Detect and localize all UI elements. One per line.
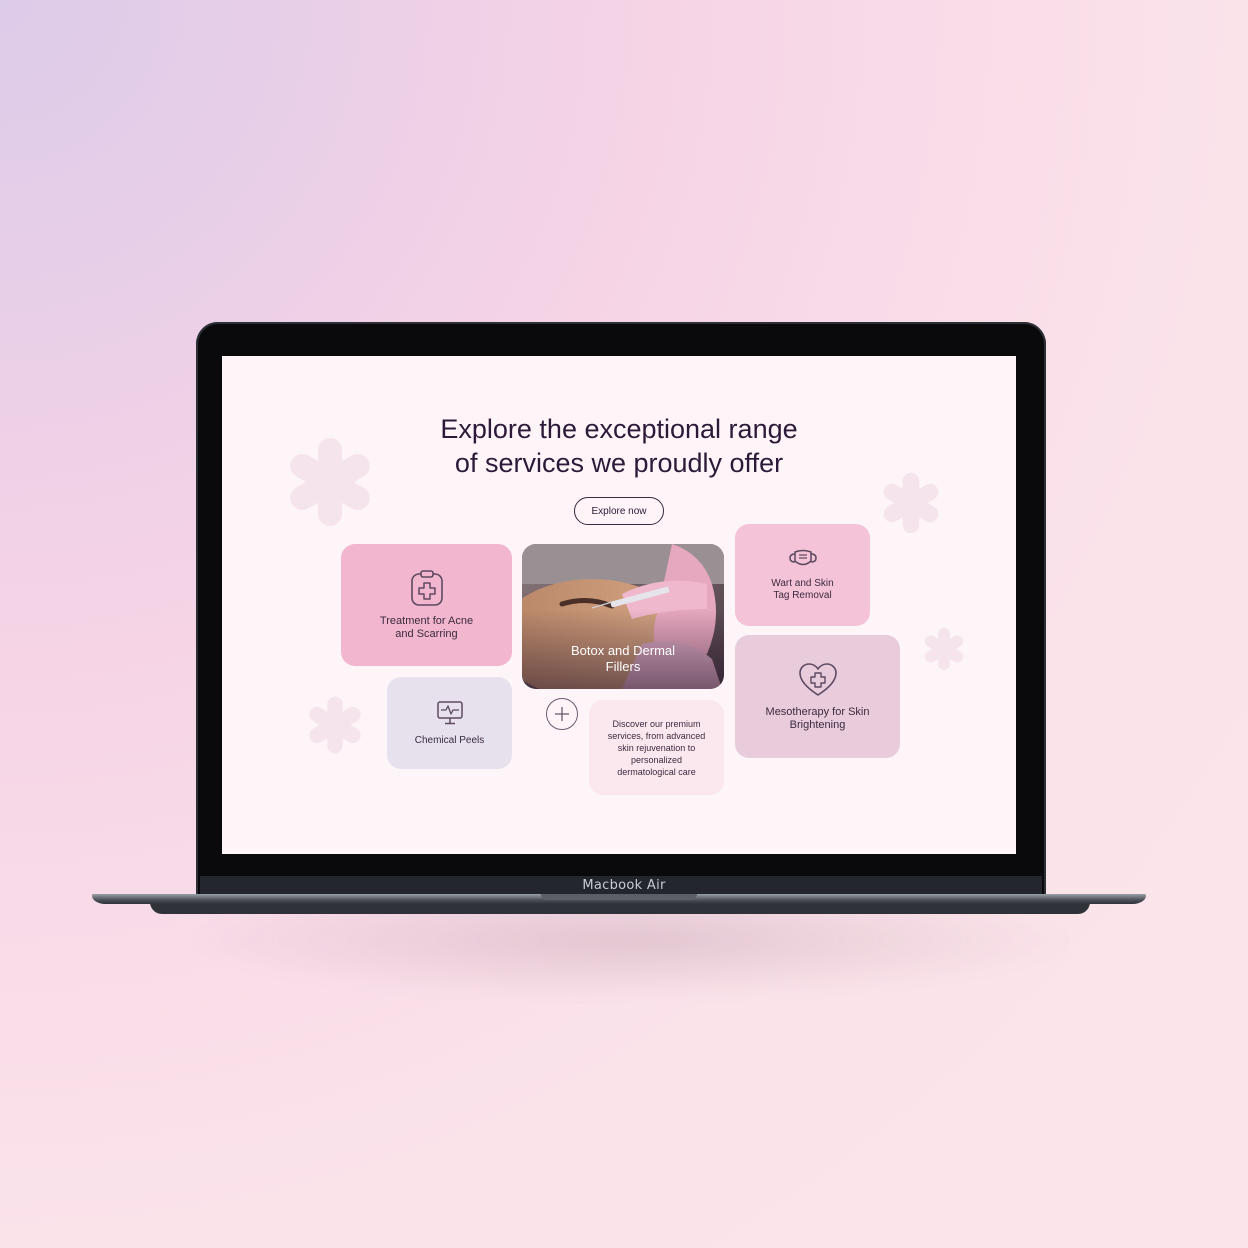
face-mask-icon	[788, 549, 817, 566]
headline-line-2: of services we proudly offer	[454, 448, 784, 478]
device-label: Macbook Air	[582, 878, 666, 893]
monitor-pulse-icon	[436, 700, 463, 724]
service-label: Wart and Skin Tag Removal	[771, 578, 834, 601]
plus-icon	[555, 707, 569, 721]
heart-cross-icon	[798, 662, 837, 696]
add-button[interactable]	[546, 698, 578, 730]
service-label: Mesotherapy for Skin Brightening	[765, 705, 870, 731]
service-card-mesotherapy[interactable]: Mesotherapy for Skin Brightening	[735, 635, 900, 758]
service-label: Botox and Dermal Fillers	[570, 643, 676, 674]
service-card-acne[interactable]: Treatment for Acne and Scarring	[341, 544, 512, 666]
service-card-botox[interactable]: Botox and Dermal Fillers	[522, 544, 724, 689]
service-label: Treatment for Acne and Scarring	[379, 615, 474, 640]
asterisk-decor-icon	[309, 696, 361, 754]
services-description: Discover our premium services, from adva…	[607, 718, 706, 777]
laptop-notch	[541, 894, 697, 900]
services-description-card: Discover our premium services, from adva…	[589, 700, 724, 795]
service-card-wart[interactable]: Wart and Skin Tag Removal	[735, 524, 870, 626]
explore-now-button[interactable]: Explore now	[574, 497, 664, 525]
laptop-screen: Explore the exceptional range of service…	[222, 356, 1016, 854]
page-title: Explore the exceptional range of service…	[222, 412, 1016, 480]
asterisk-decor-icon	[924, 627, 964, 671]
service-card-chemical-peels[interactable]: Chemical Peels	[387, 677, 512, 769]
service-label: Chemical Peels	[414, 734, 485, 746]
headline-line-1: Explore the exceptional range	[440, 414, 798, 444]
clipboard-cross-icon	[410, 570, 443, 606]
